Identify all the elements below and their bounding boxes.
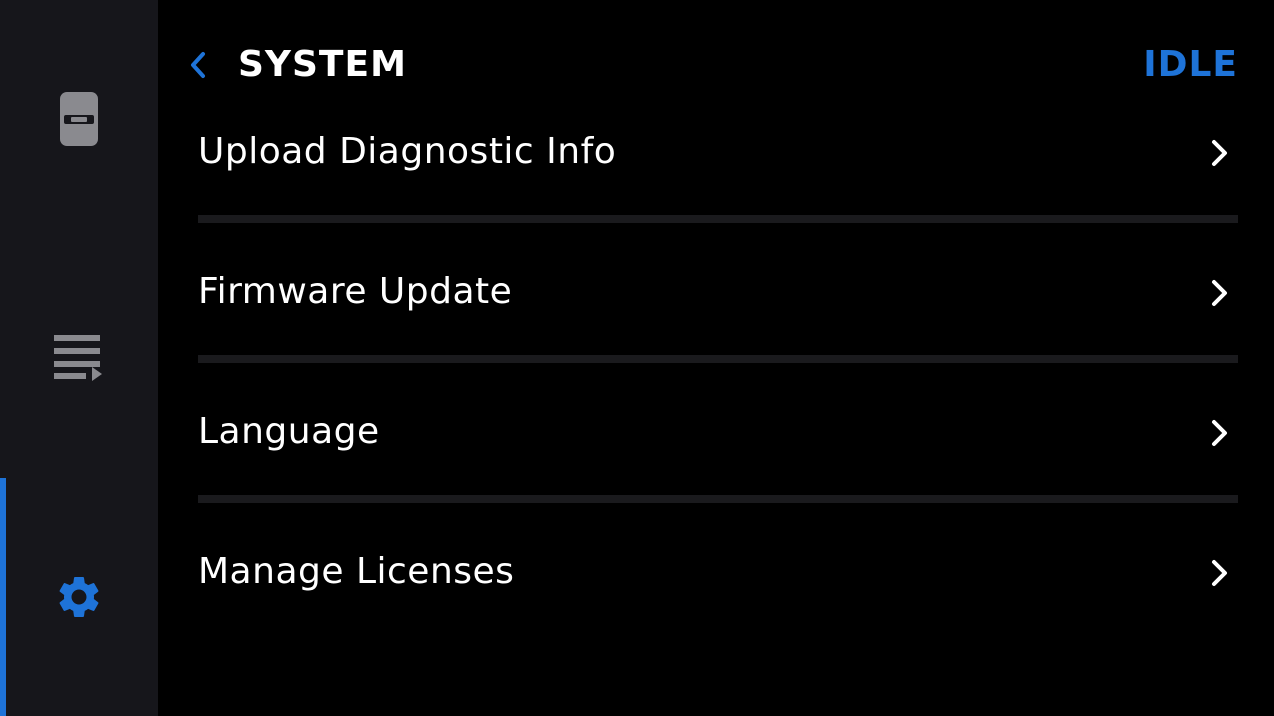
divider	[198, 355, 1238, 363]
chevron-right-icon	[1208, 139, 1232, 167]
menu-item-language[interactable]: Language	[198, 363, 1238, 495]
gear-icon	[54, 572, 104, 622]
status-badge: IDLE	[1143, 44, 1238, 85]
menu-item-label: Language	[198, 411, 380, 452]
divider	[198, 215, 1238, 223]
page-title: SYSTEM	[238, 44, 407, 85]
back-button[interactable]	[186, 50, 210, 80]
sidebar-item-settings[interactable]	[0, 478, 158, 716]
active-indicator	[0, 478, 6, 716]
chevron-right-icon	[1208, 419, 1232, 447]
menu-item-label: Firmware Update	[198, 271, 513, 312]
menu-item-firmware-update[interactable]: Firmware Update	[198, 223, 1238, 355]
settings-menu: Upload Diagnostic Info Firmware Update L…	[198, 83, 1238, 635]
chevron-right-icon	[1208, 279, 1232, 307]
chevron-left-icon	[189, 51, 207, 79]
chevron-right-icon	[1208, 559, 1232, 587]
main-panel: SYSTEM IDLE Upload Diagnostic Info Firmw…	[158, 0, 1274, 716]
menu-item-manage-licenses[interactable]: Manage Licenses	[198, 503, 1238, 635]
app-window: SYSTEM IDLE Upload Diagnostic Info Firmw…	[0, 0, 1274, 716]
robot-icon	[59, 91, 99, 147]
divider	[198, 495, 1238, 503]
sidebar-item-robot[interactable]	[0, 0, 158, 238]
sidebar	[0, 0, 158, 716]
playlist-icon	[54, 335, 104, 381]
sidebar-item-playlist[interactable]	[0, 239, 158, 477]
menu-item-label: Manage Licenses	[198, 551, 515, 592]
menu-item-upload-diagnostic-info[interactable]: Upload Diagnostic Info	[198, 83, 1238, 215]
menu-item-label: Upload Diagnostic Info	[198, 131, 617, 172]
